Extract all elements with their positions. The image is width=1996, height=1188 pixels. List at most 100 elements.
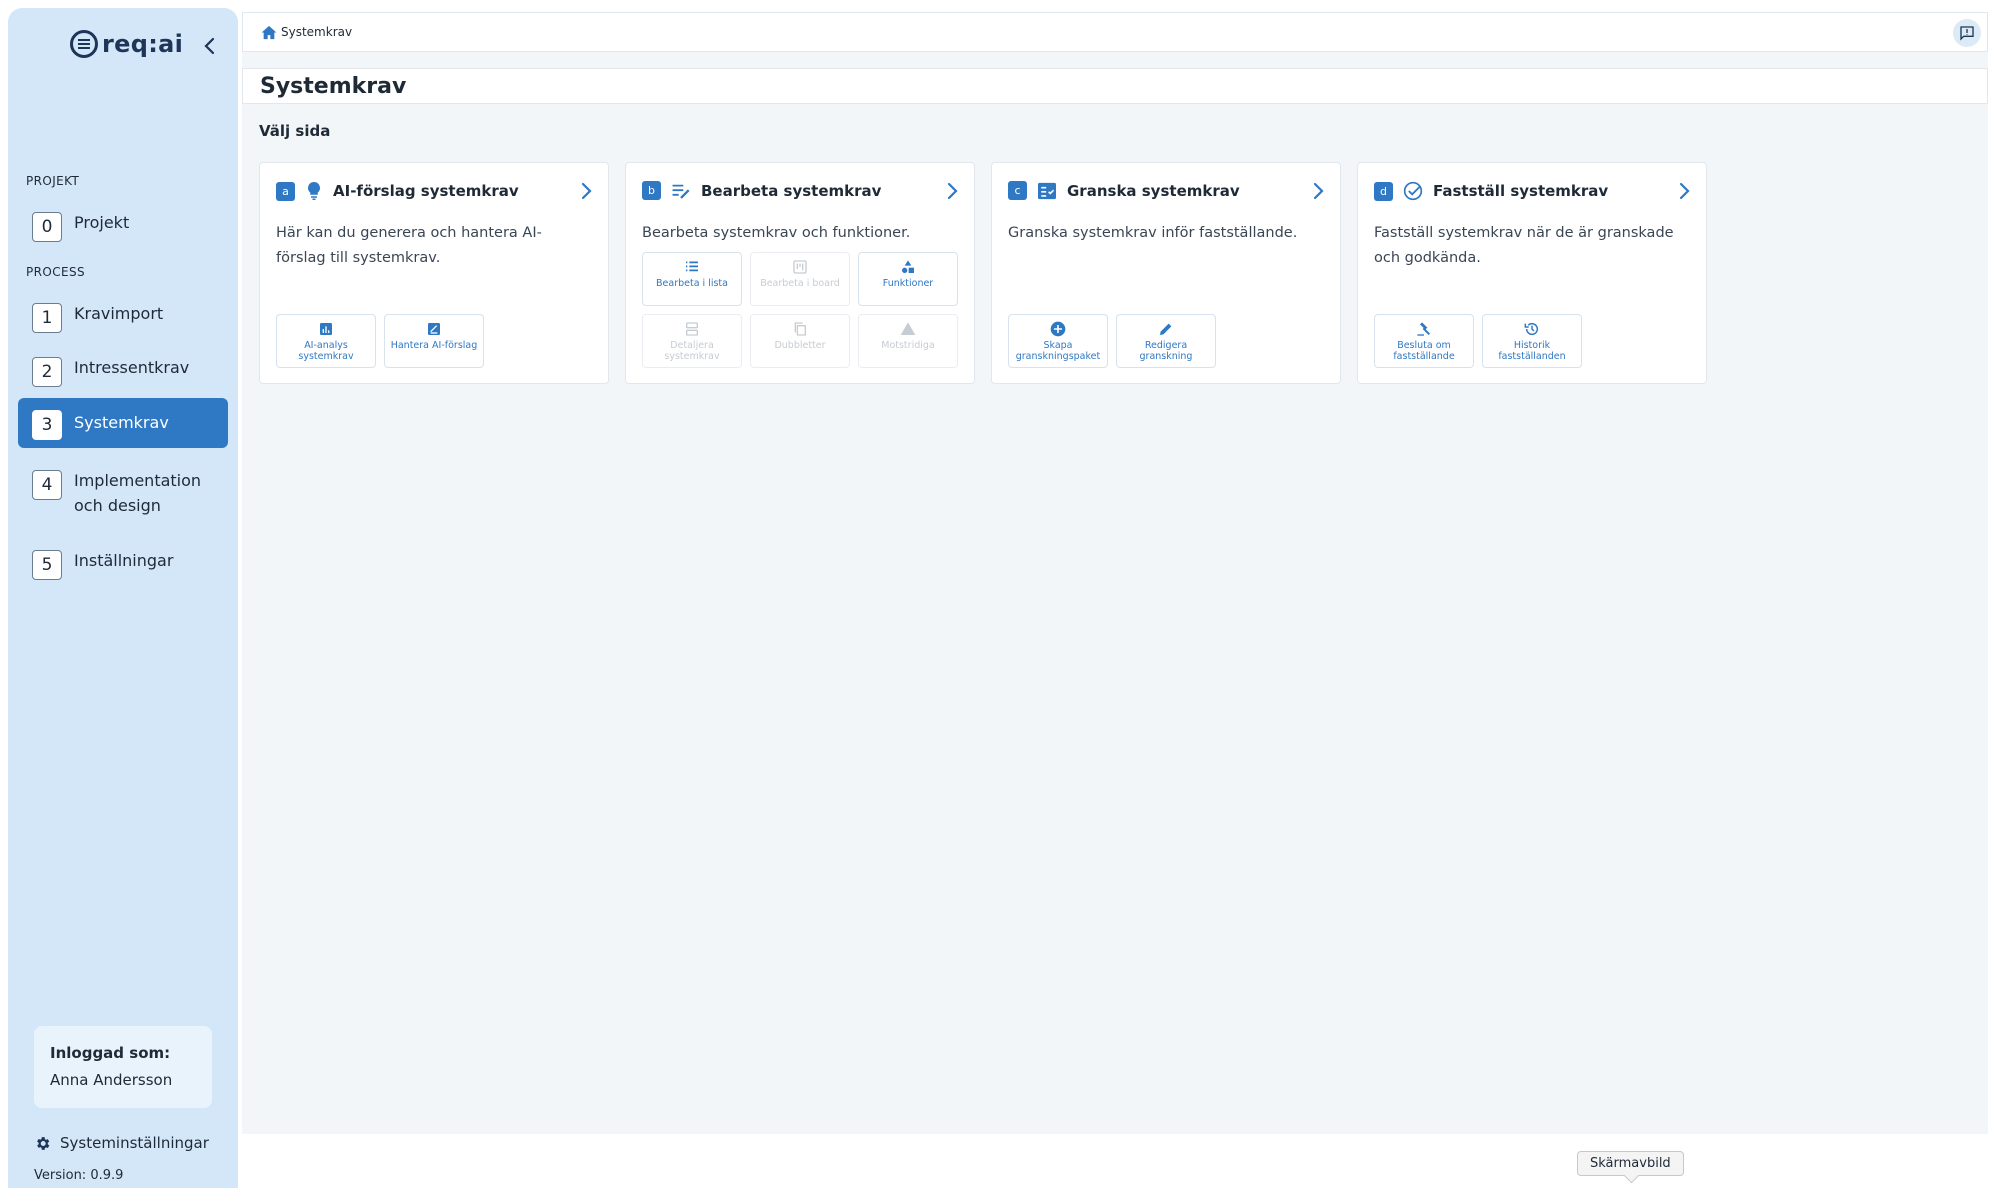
logged-in-user-box: Inloggad som: Anna Andersson <box>34 1026 212 1108</box>
action-label: Detaljera systemkrav <box>664 340 720 362</box>
skapa-granskningspaket-button[interactable]: Skapa granskningspaket <box>1008 314 1108 368</box>
action-label: Historik fastställanden <box>1498 340 1566 362</box>
action-label: Funktioner <box>882 278 934 289</box>
breadcrumb: Systemkrav <box>242 12 1988 52</box>
sidebar-item-label: Systemkrav <box>74 413 169 432</box>
checklist-icon <box>1038 182 1056 199</box>
dubbletter-button: Dubbletter <box>750 314 850 368</box>
detaljera-systemkrav-button: Detaljera systemkrav <box>642 314 742 368</box>
footer-area <box>242 1134 1996 1188</box>
card-description: Fastställ systemkrav när de är granskade… <box>1374 225 1674 266</box>
system-settings-link[interactable]: Systeminställningar <box>34 1134 209 1152</box>
lightbulb-icon <box>308 182 320 200</box>
besluta-om-faststallande-button[interactable]: Besluta om fastställande <box>1374 314 1474 368</box>
page-title: Systemkrav <box>260 73 407 99</box>
card-header: b Bearbeta systemkrav <box>642 181 958 200</box>
redigera-granskning-button[interactable]: Redigera granskning <box>1116 314 1216 368</box>
copy-icon <box>794 322 806 336</box>
home-icon[interactable] <box>261 25 277 40</box>
card-badge: b <box>642 181 661 200</box>
history-icon <box>1524 322 1539 336</box>
card-description: Bearbeta systemkrav och funktioner. <box>642 225 911 241</box>
chevron-right-icon[interactable] <box>946 182 958 200</box>
step-number: 4 <box>32 470 62 500</box>
warning-icon <box>900 322 916 335</box>
action-label: Bearbeta i board <box>760 278 840 289</box>
card-header: d Fastställ systemkrav <box>1374 181 1690 201</box>
sidebar-item-label: Kravimport <box>74 304 164 323</box>
user-name: Anna Andersson <box>50 1071 173 1089</box>
funktioner-button[interactable]: Funktioner <box>858 252 958 306</box>
card-header: c Granska systemkrav <box>1008 181 1324 200</box>
card-ai-forslag[interactable]: a AI-förslag systemkrav Här kan du gener… <box>259 162 609 384</box>
card-description: Granska systemkrav inför fastställande. <box>1008 225 1298 241</box>
card-description: Här kan du generera och hantera AI-försl… <box>276 225 542 266</box>
collapse-sidebar-button[interactable] <box>198 34 222 58</box>
sidebar-item-installningar[interactable]: 5 Inställningar <box>18 540 228 588</box>
page-subtitle: Välj sida <box>259 122 331 140</box>
system-settings-label: Systeminställningar <box>60 1134 209 1152</box>
card-granska[interactable]: c Granska systemkrav Granska systemkrav … <box>991 162 1341 384</box>
card-badge: d <box>1374 181 1393 201</box>
sidebar-item-systemkrav[interactable]: 3 Systemkrav <box>18 398 228 448</box>
page-title-bar: Systemkrav <box>242 68 1988 104</box>
section-label-process: PROCESS <box>26 265 86 279</box>
card-title: Fastställ systemkrav <box>1433 182 1609 200</box>
sidebar-item-kravimport[interactable]: 1 Kravimport <box>18 293 228 341</box>
chevron-right-icon[interactable] <box>1312 182 1324 200</box>
step-number: 5 <box>32 550 62 580</box>
section-label-projekt: PROJEKT <box>26 174 80 188</box>
historik-faststallanden-button[interactable]: Historik fastställanden <box>1482 314 1582 368</box>
edit-list-icon <box>672 184 690 199</box>
card-title: AI-förslag systemkrav <box>333 182 519 200</box>
action-label: Redigera granskning <box>1139 340 1193 362</box>
list-icon <box>686 261 698 272</box>
bearbeta-i-lista-button[interactable]: Bearbeta i lista <box>642 252 742 306</box>
main-content: Systemkrav Systemkrav Välj sida a AI-för… <box>242 12 1988 1134</box>
bearbeta-i-board-button: Bearbeta i board <box>750 252 850 306</box>
step-number: 3 <box>32 410 62 440</box>
version-text: Version: 0.9.9 <box>34 1168 124 1183</box>
breadcrumb-current[interactable]: Systemkrav <box>281 25 352 39</box>
feedback-button[interactable] <box>1953 19 1981 47</box>
check-circle-icon <box>1403 181 1423 201</box>
add-circle-icon <box>1050 321 1066 337</box>
board-icon <box>793 260 807 274</box>
analytics-icon <box>320 323 332 335</box>
pencil-icon <box>1160 323 1172 335</box>
sidebar-item-label: Projekt <box>74 213 130 232</box>
card-faststall[interactable]: d Fastställ systemkrav Fastställ systemk… <box>1357 162 1707 384</box>
sidebar-item-label: Inställningar <box>74 551 174 570</box>
chevron-left-icon <box>204 37 215 55</box>
edit-note-icon <box>428 323 440 335</box>
step-number: 1 <box>32 303 62 333</box>
card-header: a AI-förslag systemkrav <box>276 181 592 201</box>
gear-icon <box>37 1136 50 1150</box>
app-logo[interactable]: req:ai <box>70 30 183 58</box>
logo-text: req:ai <box>102 30 184 58</box>
sidebar-item-implementation[interactable]: 4 Implementation och design <box>18 460 228 526</box>
feedback-icon <box>1960 26 1974 41</box>
chevron-right-icon[interactable] <box>580 182 592 200</box>
hantera-ai-forslag-button[interactable]: Hantera AI-förslag <box>384 314 484 368</box>
shapes-icon <box>902 260 914 273</box>
step-number: 2 <box>32 357 62 387</box>
card-badge: a <box>276 181 295 201</box>
gavel-icon <box>1417 322 1431 336</box>
chevron-right-icon[interactable] <box>1678 182 1690 200</box>
sidebar-item-label: Intressentkrav <box>74 358 190 377</box>
ai-analys-button[interactable]: AI-analys systemkrav <box>276 314 376 368</box>
action-label: Motstridiga <box>881 340 935 351</box>
card-bearbeta[interactable]: b Bearbeta systemkrav Bearbeta systemkra… <box>625 162 975 384</box>
card-title: Granska systemkrav <box>1067 181 1240 200</box>
sidebar-item-projekt[interactable]: 0 Projekt <box>18 202 228 250</box>
sidebar: req:ai PROJEKT 0 Projekt PROCESS 1 Kravi… <box>8 8 238 1188</box>
action-label: Dubbletter <box>774 340 826 351</box>
action-label: Bearbeta i lista <box>656 278 728 289</box>
card-title: Bearbeta systemkrav <box>701 181 882 200</box>
card-badge: c <box>1008 181 1027 200</box>
screenshot-tooltip: Skärmavbild <box>1577 1151 1684 1176</box>
sidebar-item-intressentkrav[interactable]: 2 Intressentkrav <box>18 347 228 395</box>
motstridiga-button: Motstridiga <box>858 314 958 368</box>
logged-in-label: Inloggad som: <box>50 1044 171 1062</box>
